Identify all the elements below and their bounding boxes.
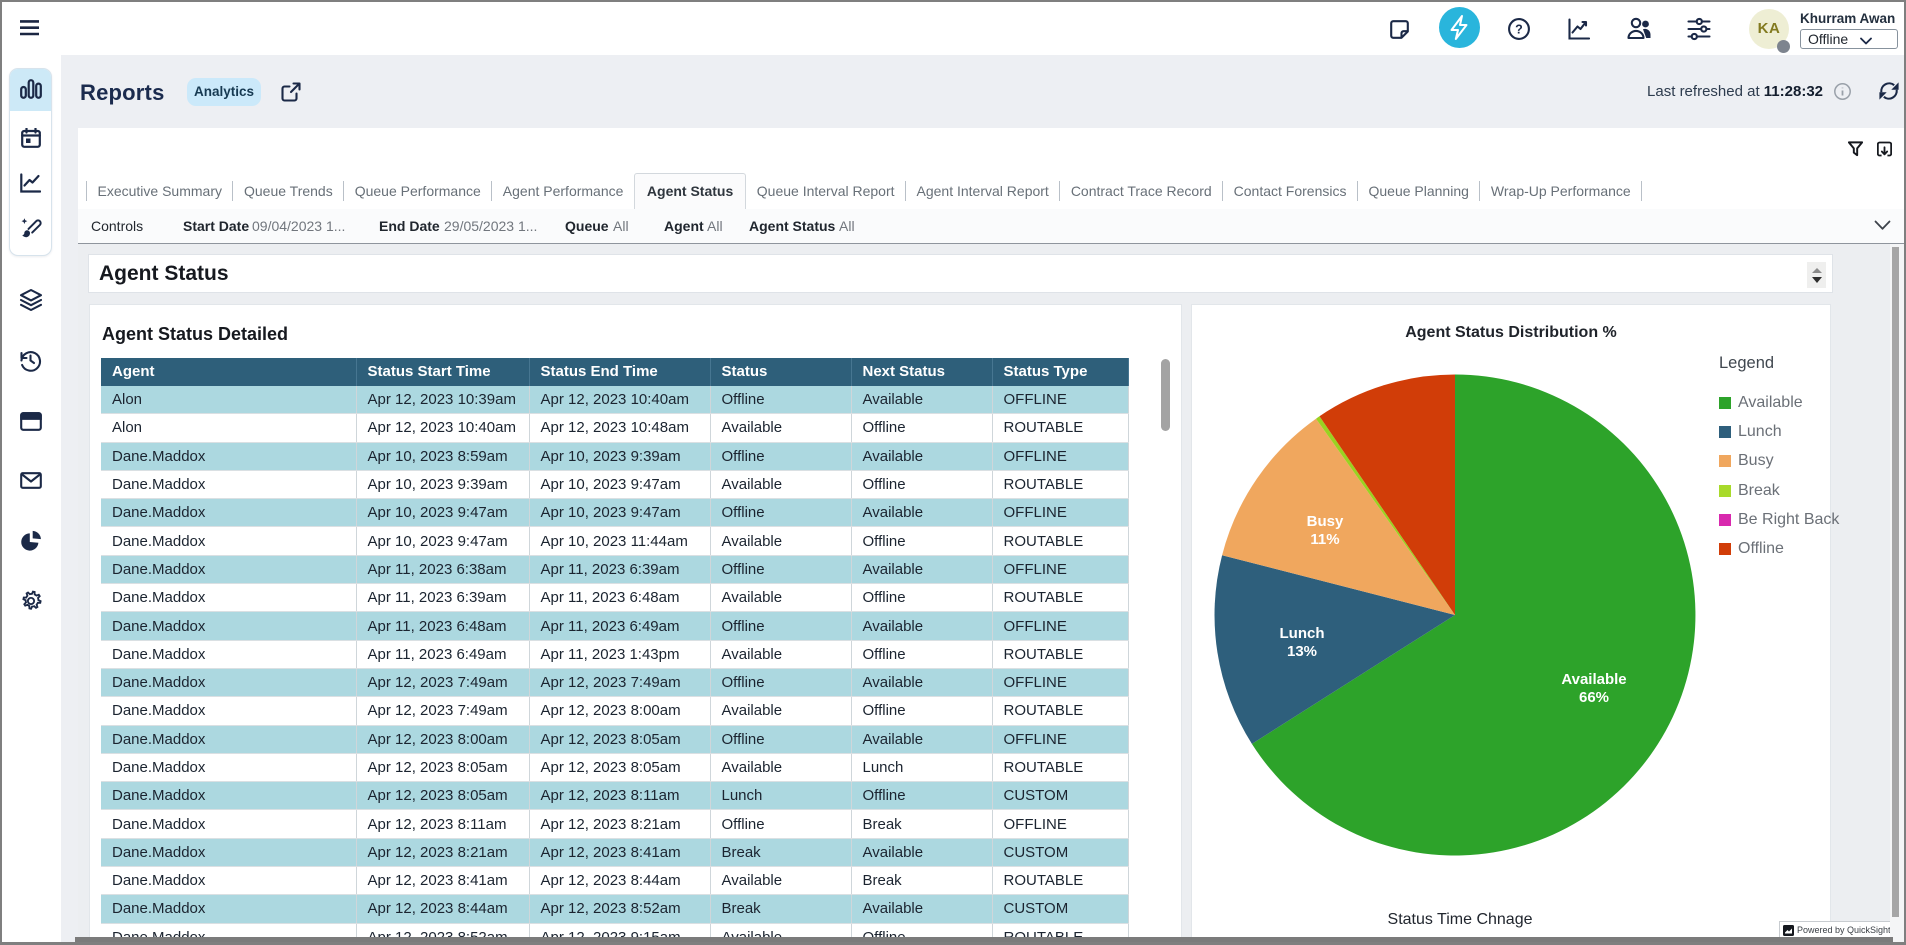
svg-text:13%: 13% (1287, 643, 1317, 660)
svg-text:?: ? (1515, 22, 1523, 36)
svg-text:Lunch: Lunch (1280, 625, 1325, 642)
svg-text:Available: Available (1561, 671, 1626, 688)
svg-text:Busy: Busy (1307, 513, 1344, 530)
svg-text:66%: 66% (1579, 689, 1609, 706)
svg-text:11%: 11% (1310, 531, 1339, 548)
